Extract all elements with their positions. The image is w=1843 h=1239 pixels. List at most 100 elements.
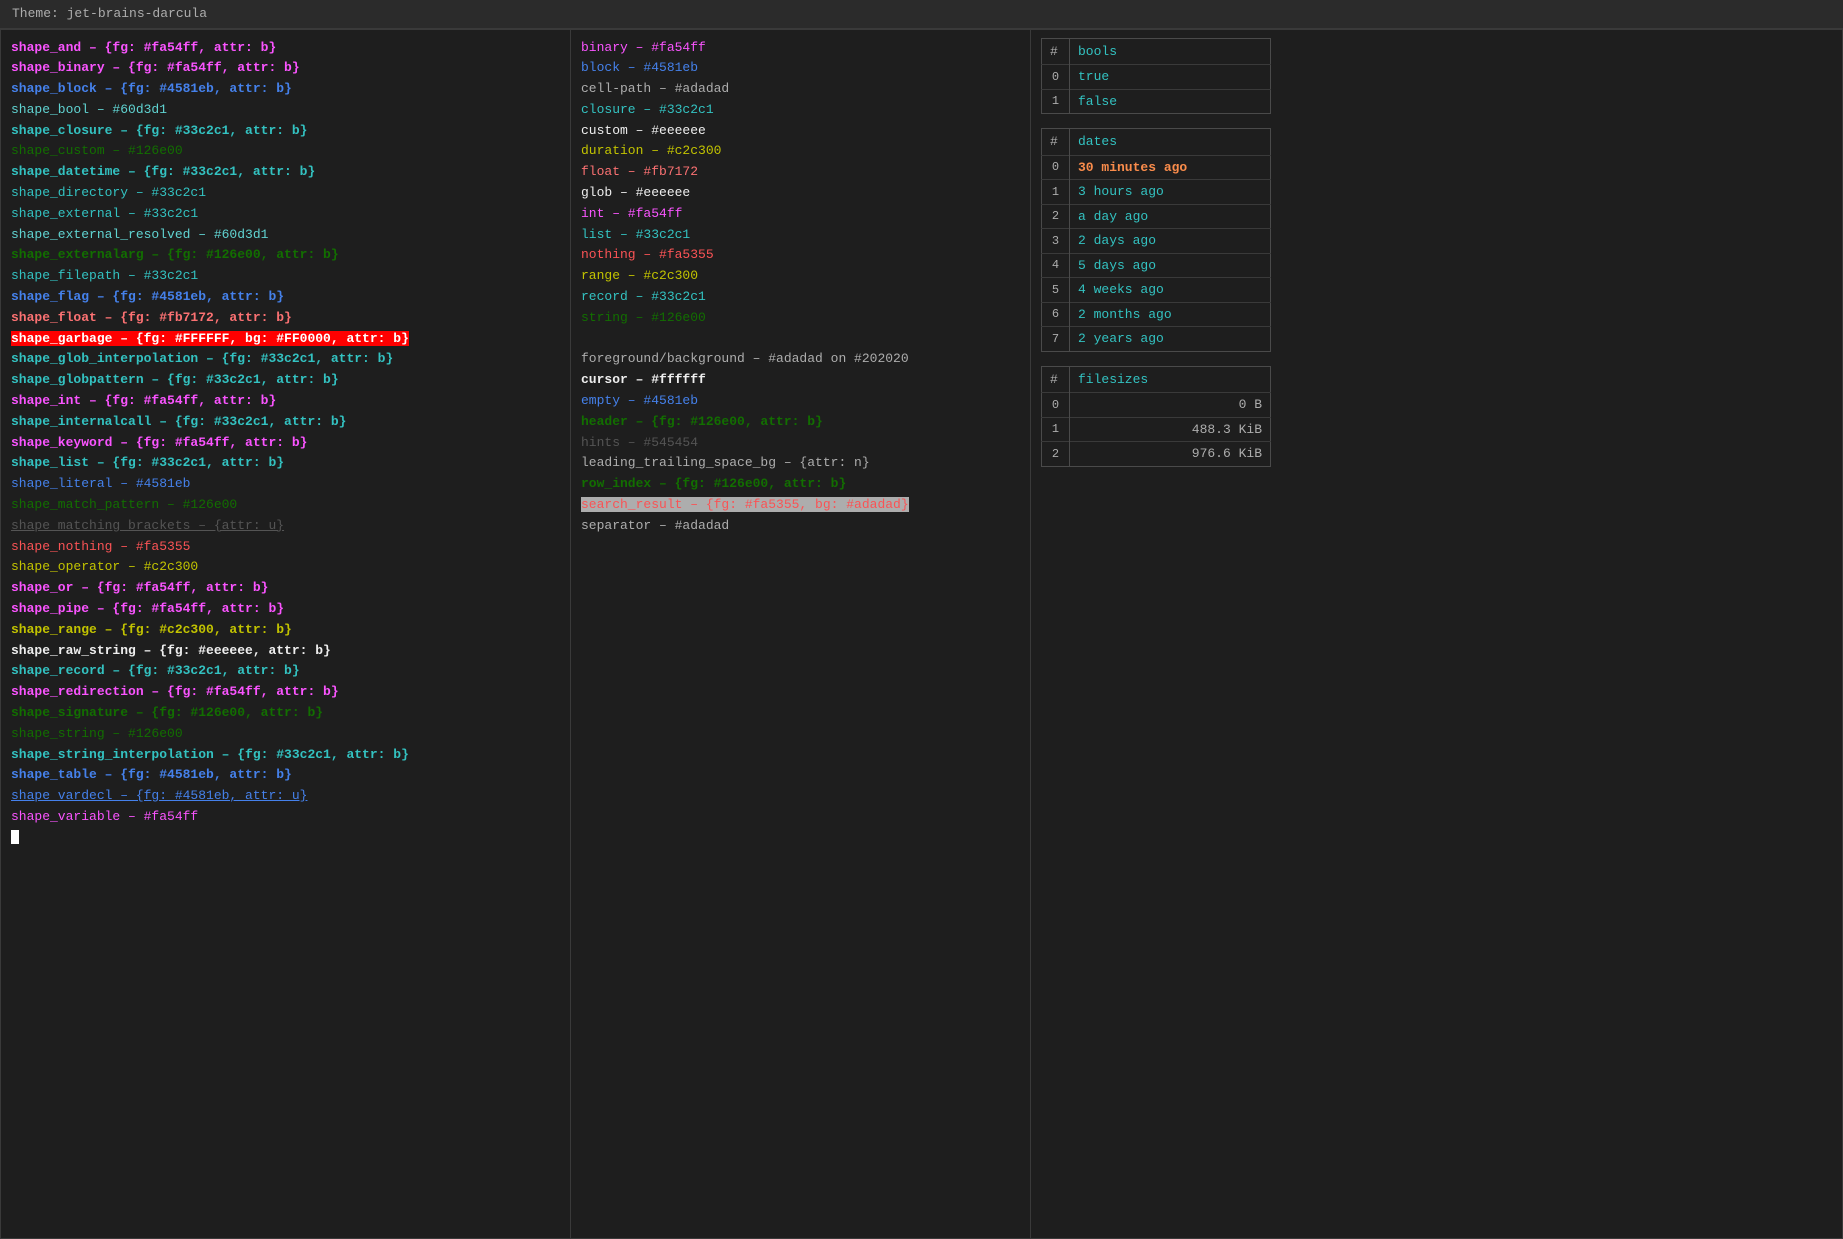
panel-table-wrapper: #filesizes00 B1488.3 KiB2976.6 KiB	[1041, 366, 1832, 467]
table-row: 1488.3 KiB	[1042, 417, 1271, 442]
cell-value: 4 weeks ago	[1070, 278, 1271, 303]
list-item: nothing – #fa5355	[581, 245, 1020, 266]
table-row: 2976.6 KiB	[1042, 442, 1271, 467]
list-item: shape_int – {fg: #fa54ff, attr: b}	[11, 391, 560, 412]
list-item: shape_filepath – #33c2c1	[11, 266, 560, 287]
list-item: shape_operator – #c2c300	[11, 557, 560, 578]
list-item: shape_record – {fg: #33c2c1, attr: b}	[11, 661, 560, 682]
cell-index: 4	[1042, 253, 1070, 278]
table-row: 1false	[1042, 89, 1271, 114]
list-item: shape_and – {fg: #fa54ff, attr: b}	[11, 38, 560, 59]
list-item: shape_signature – {fg: #126e00, attr: b}	[11, 703, 560, 724]
list-item: shape_range – {fg: #c2c300, attr: b}	[11, 620, 560, 641]
panel-table-wrapper: #bools0true1false	[1041, 38, 1832, 115]
cell-value: a day ago	[1070, 204, 1271, 229]
col-header-index: #	[1042, 129, 1070, 156]
list-item: shape_internalcall – {fg: #33c2c1, attr:…	[11, 412, 560, 433]
list-item: range – #c2c300	[581, 266, 1020, 287]
list-item: shape_literal – #4581eb	[11, 474, 560, 495]
cell-value: 3 hours ago	[1070, 180, 1271, 205]
list-item: shape_block – {fg: #4581eb, attr: b}	[11, 79, 560, 100]
cell-value: false	[1070, 89, 1271, 114]
col-header-title: dates	[1070, 129, 1271, 156]
list-item: shape_bool – #60d3d1	[11, 100, 560, 121]
list-item: shape_matching_brackets – {attr: u}	[11, 516, 560, 537]
main-container: shape_and – {fg: #fa54ff, attr: b}shape_…	[0, 29, 1843, 1239]
col-header-index: #	[1042, 366, 1070, 393]
list-item: shape_list – {fg: #33c2c1, attr: b}	[11, 453, 560, 474]
list-item: shape_external – #33c2c1	[11, 204, 560, 225]
cell-index: 1	[1042, 417, 1070, 442]
list-item: shape_or – {fg: #fa54ff, attr: b}	[11, 578, 560, 599]
panel-table: #bools0true1false	[1041, 38, 1271, 115]
cell-value: 488.3 KiB	[1070, 417, 1271, 442]
cell-index: 1	[1042, 180, 1070, 205]
panel-table-wrapper: #dates030 minutes ago13 hours ago2a day …	[1041, 128, 1832, 352]
list-item: duration – #c2c300	[581, 141, 1020, 162]
list-item: shape_custom – #126e00	[11, 141, 560, 162]
table-row: 13 hours ago	[1042, 180, 1271, 205]
list-item: shape_vardecl – {fg: #4581eb, attr: u}	[11, 786, 560, 807]
list-item: shape_variable – #fa54ff	[11, 807, 560, 828]
col-header-title: bools	[1070, 38, 1271, 65]
cell-value: true	[1070, 65, 1271, 90]
table-row: 72 years ago	[1042, 327, 1271, 352]
list-item: glob – #eeeeee	[581, 183, 1020, 204]
right-column: #bools0true1false#dates030 minutes ago13…	[1031, 30, 1842, 1238]
list-item: shape_externalarg – {fg: #126e00, attr: …	[11, 245, 560, 266]
mid-column: binary – #fa54ffblock – #4581ebcell-path…	[571, 30, 1031, 1238]
col-header-title: filesizes	[1070, 366, 1271, 393]
table-row: 54 weeks ago	[1042, 278, 1271, 303]
list-item: shape_nothing – #fa5355	[11, 537, 560, 558]
list-item: block – #4581eb	[581, 58, 1020, 79]
cell-index: 0	[1042, 65, 1070, 90]
list-item: row_index – {fg: #126e00, attr: b}	[581, 474, 1020, 495]
list-item: leading_trailing_space_bg – {attr: n}	[581, 453, 1020, 474]
list-item: shape_glob_interpolation – {fg: #33c2c1,…	[11, 349, 560, 370]
list-item: binary – #fa54ff	[581, 38, 1020, 59]
list-item: shape_float – {fg: #fb7172, attr: b}	[11, 308, 560, 329]
list-item: shape_redirection – {fg: #fa54ff, attr: …	[11, 682, 560, 703]
col-header-index: #	[1042, 38, 1070, 65]
cell-index: 7	[1042, 327, 1070, 352]
list-item: shape_string_interpolation – {fg: #33c2c…	[11, 745, 560, 766]
cell-index: 2	[1042, 442, 1070, 467]
list-item: closure – #33c2c1	[581, 100, 1020, 121]
theme-title-bar: Theme: jet-brains-darcula	[0, 0, 1843, 29]
list-item: list – #33c2c1	[581, 225, 1020, 246]
list-item: shape_closure – {fg: #33c2c1, attr: b}	[11, 121, 560, 142]
table-row: 030 minutes ago	[1042, 155, 1271, 180]
cell-index: 2	[1042, 204, 1070, 229]
list-item: float – #fb7172	[581, 162, 1020, 183]
list-item: shape_pipe – {fg: #fa54ff, attr: b}	[11, 599, 560, 620]
cell-index: 5	[1042, 278, 1070, 303]
cell-value: 2 years ago	[1070, 327, 1271, 352]
list-item: shape_binary – {fg: #fa54ff, attr: b}	[11, 58, 560, 79]
cursor-line	[11, 828, 560, 849]
spacer	[581, 329, 1020, 350]
list-item: header – {fg: #126e00, attr: b}	[581, 412, 1020, 433]
list-item: cursor – #ffffff	[581, 370, 1020, 391]
cell-index: 0	[1042, 155, 1070, 180]
cell-value: 976.6 KiB	[1070, 442, 1271, 467]
list-item: int – #fa54ff	[581, 204, 1020, 225]
list-item: cell-path – #adadad	[581, 79, 1020, 100]
cell-index: 3	[1042, 229, 1070, 254]
left-column: shape_and – {fg: #fa54ff, attr: b}shape_…	[1, 30, 571, 1238]
list-item: shape_flag – {fg: #4581eb, attr: b}	[11, 287, 560, 308]
cell-value: 2 days ago	[1070, 229, 1271, 254]
table-row: 32 days ago	[1042, 229, 1271, 254]
table-row: 45 days ago	[1042, 253, 1271, 278]
list-item: foreground/background – #adadad on #2020…	[581, 349, 1020, 370]
cell-index: 0	[1042, 393, 1070, 418]
list-item: separator – #adadad	[581, 516, 1020, 537]
list-item: search_result – {fg: #fa5355, bg: #adada…	[581, 495, 1020, 516]
list-item: empty – #4581eb	[581, 391, 1020, 412]
list-item: shape_match_pattern – #126e00	[11, 495, 560, 516]
list-item: shape_garbage – {fg: #FFFFFF, bg: #FF000…	[11, 329, 560, 350]
cell-value: 5 days ago	[1070, 253, 1271, 278]
table-row: 0true	[1042, 65, 1271, 90]
list-item: shape_directory – #33c2c1	[11, 183, 560, 204]
list-item: shape_datetime – {fg: #33c2c1, attr: b}	[11, 162, 560, 183]
theme-title-text: Theme: jet-brains-darcula	[12, 6, 207, 21]
